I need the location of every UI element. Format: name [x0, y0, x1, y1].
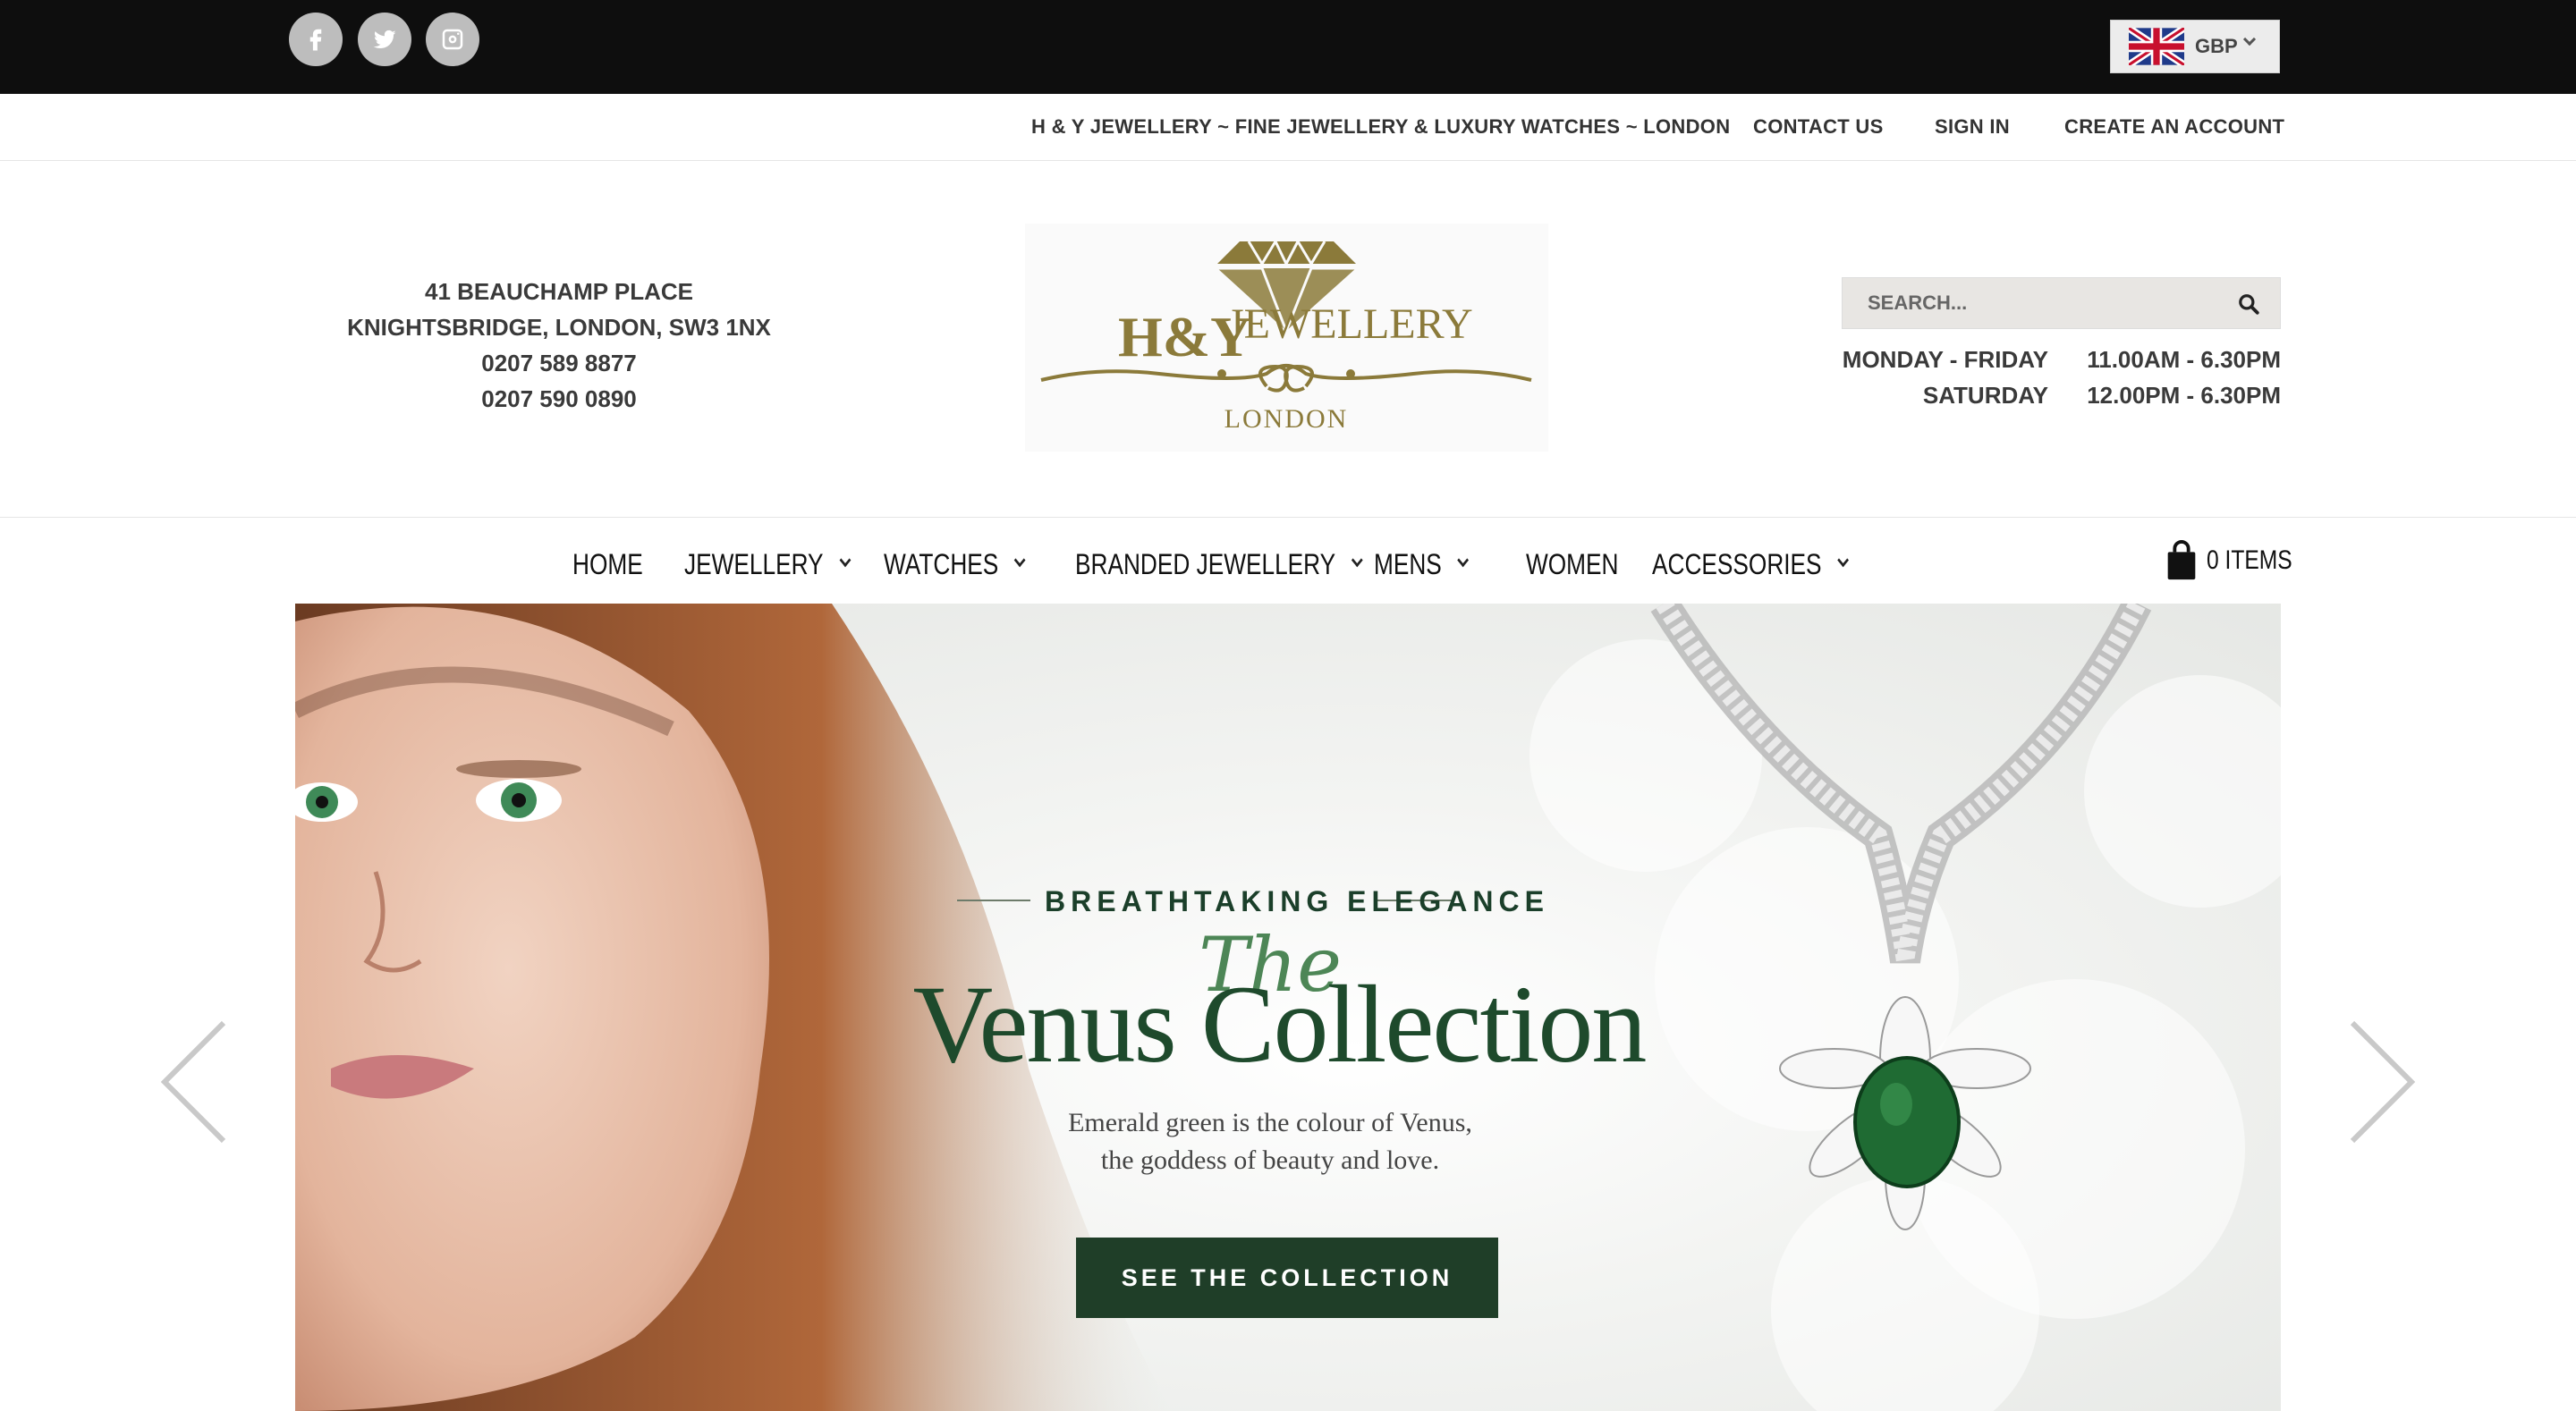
- nav-item-label: MENS: [1374, 548, 1442, 580]
- nav-item-label: WOMEN: [1526, 548, 1619, 580]
- store-address: 41 BEAUCHAMP PLACE KNIGHTSBRIDGE, LONDON…: [295, 274, 823, 417]
- address-line-2: KNIGHTSBRIDGE, LONDON, SW3 1NX: [347, 314, 771, 341]
- chevron-down-icon: [1351, 553, 1363, 568]
- chevron-down-icon: [1837, 553, 1850, 568]
- chevron-down-icon: [839, 553, 852, 568]
- nav-item-branded-jewellery[interactable]: BRANDED JEWELLERY: [1075, 548, 1363, 581]
- hero-kicker: BREATHTAKING ELEGANCE: [1045, 885, 1549, 917]
- cart-button[interactable]: 0 ITEMS: [2165, 540, 2311, 581]
- currency-code: GBP: [2195, 35, 2238, 57]
- nav-item-label: WATCHES: [884, 548, 999, 580]
- shopping-bag-icon: [2167, 540, 2196, 580]
- nav-item-mens[interactable]: MENS: [1374, 548, 1470, 581]
- nav-item-watches[interactable]: WATCHES: [884, 548, 1026, 581]
- search-box: [1842, 277, 2281, 329]
- top-bar: GBP: [0, 0, 2576, 94]
- search-icon[interactable]: [2237, 292, 2260, 316]
- create-account-link[interactable]: CREATE AN ACCOUNT: [2064, 115, 2284, 139]
- account-links-bar: H & Y JEWELLERY ~ FINE JEWELLERY & LUXUR…: [0, 94, 2576, 161]
- site-logo[interactable]: H&Y JEWELLERY LONDON: [1025, 224, 1548, 452]
- nav-item-label: ACCESSORIES: [1652, 548, 1822, 580]
- phone-1: 0207 589 8877: [481, 350, 637, 376]
- cart-count: 0 ITEMS: [2207, 545, 2292, 575]
- uk-flag-icon: [2129, 28, 2184, 65]
- facebook-icon[interactable]: [289, 13, 343, 66]
- hours-day: SATURDAY: [1922, 381, 2048, 409]
- hero-headline: Venus Collection: [912, 963, 1648, 1086]
- hours-row: SATURDAY 12.00PM - 6.30PM: [1825, 377, 2281, 413]
- hero-description: Emerald green is the colour of Venus, th…: [921, 1104, 1619, 1179]
- hours-time: 12.00PM - 6.30PM: [2087, 381, 2281, 409]
- hours-row: MONDAY - FRIDAY 11.00AM - 6.30PM: [1825, 342, 2281, 377]
- hero-description-line: the goddess of beauty and love.: [1100, 1145, 1440, 1175]
- instagram-icon[interactable]: [426, 13, 479, 66]
- chevron-down-icon: [1457, 553, 1470, 568]
- contact-us-link[interactable]: CONTACT US: [1753, 115, 1884, 139]
- nav-item-label: HOME: [572, 548, 643, 580]
- nav-item-home[interactable]: HOME: [572, 548, 643, 581]
- see-collection-button[interactable]: SEE THE COLLECTION: [1076, 1238, 1498, 1318]
- slider-next-arrow-icon[interactable]: [2345, 1019, 2417, 1145]
- phone-2: 0207 590 0890: [481, 385, 637, 412]
- chevron-down-icon: [1014, 553, 1026, 568]
- opening-hours: MONDAY - FRIDAY 11.00AM - 6.30PM SATURDA…: [1825, 342, 2281, 413]
- nav-item-label: BRANDED JEWELLERY: [1075, 548, 1336, 580]
- hero-description-line: Emerald green is the colour of Venus,: [1068, 1108, 1472, 1137]
- hours-day: MONDAY - FRIDAY: [1842, 345, 2048, 373]
- emerald-stone: [1853, 1056, 1961, 1188]
- chevron-down-icon: [2242, 32, 2257, 46]
- hours-time: 11.00AM - 6.30PM: [2087, 345, 2281, 373]
- nav-item-label: JEWELLERY: [684, 548, 824, 580]
- tagline-link[interactable]: H & Y JEWELLERY ~ FINE JEWELLERY & LUXUR…: [1031, 115, 1730, 139]
- nav-item-women[interactable]: WOMEN: [1526, 548, 1618, 581]
- currency-selector[interactable]: GBP: [2110, 20, 2280, 73]
- nav-item-jewellery[interactable]: JEWELLERY: [684, 548, 852, 581]
- slider-prev-arrow-icon[interactable]: [159, 1019, 231, 1145]
- search-input[interactable]: [1868, 291, 2216, 315]
- sign-in-link[interactable]: SIGN IN: [1935, 115, 2010, 139]
- logo-city: LONDON: [1224, 404, 1349, 434]
- main-nav: HOME JEWELLERY WATCHES BRANDED JEWELLERY…: [0, 517, 2576, 604]
- address-line-1: 41 BEAUCHAMP PLACE: [424, 278, 693, 305]
- logo-brand-jewellery: JEWELLERY: [1227, 300, 1473, 348]
- nav-item-accessories[interactable]: ACCESSORIES: [1652, 548, 1850, 581]
- twitter-icon[interactable]: [358, 13, 411, 66]
